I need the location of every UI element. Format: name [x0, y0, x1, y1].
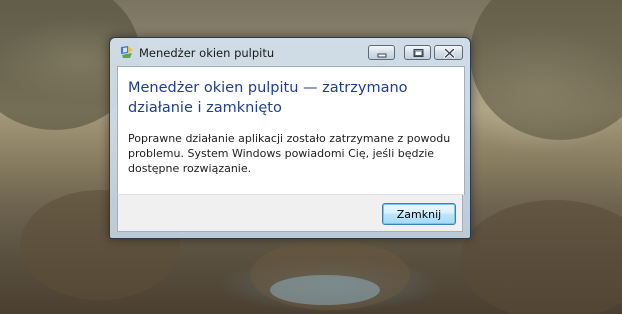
window-title: Menedżer okien pulpitu — [139, 46, 275, 60]
maximize-button[interactable] — [404, 45, 431, 60]
minimize-icon — [377, 53, 387, 58]
maximize-icon — [413, 49, 424, 57]
desktop-window-manager-icon — [119, 44, 135, 60]
close-button[interactable]: Zamknij — [382, 203, 456, 225]
dialog-titlebar[interactable]: Menedżer okien pulpitu — [110, 38, 470, 66]
background-tree — [470, 0, 622, 140]
main-instruction: Menedżer okien pulpitu — zatrzymano dzia… — [128, 80, 408, 116]
dialog-footer: Zamknij — [117, 194, 463, 232]
dialog-message: Poprawne działanie aplikacji zostało zat… — [128, 132, 451, 175]
desktop-background: Menedżer okien pulpitu Menedżer okien pu… — [0, 0, 622, 314]
error-dialog: Menedżer okien pulpitu Menedżer okien pu… — [109, 37, 471, 239]
titlebar-close-button[interactable] — [434, 45, 463, 60]
dialog-content: Menedżer okien pulpitu — zatrzymano dzia… — [117, 66, 465, 195]
background-foliage — [460, 200, 622, 314]
background-water — [270, 275, 380, 305]
close-icon — [444, 48, 455, 59]
minimize-button[interactable] — [368, 45, 395, 60]
